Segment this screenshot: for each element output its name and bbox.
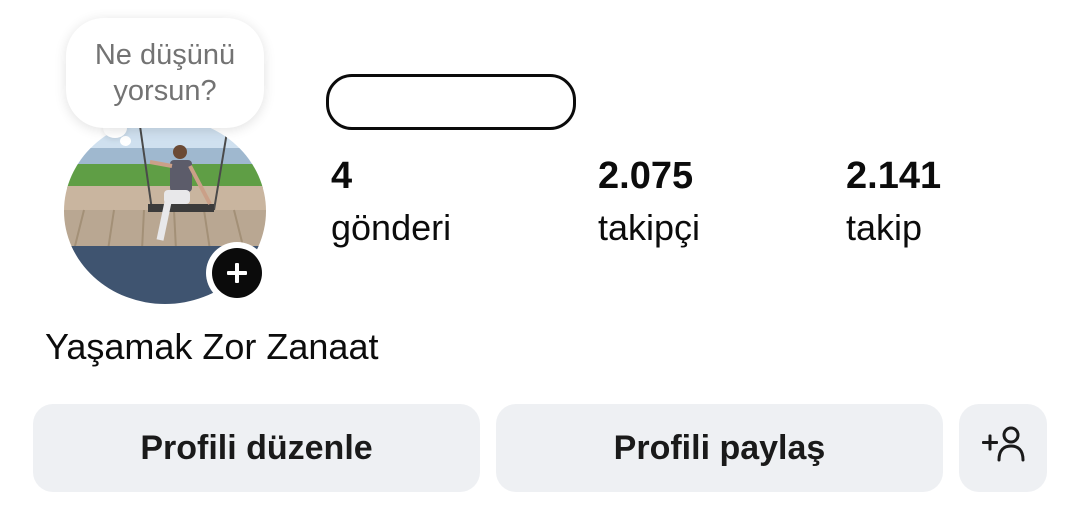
- share-profile-button[interactable]: Profili paylaş: [496, 404, 943, 492]
- note-bubble[interactable]: Ne düşünü yorsun?: [66, 18, 264, 128]
- posts-label: gönderi: [331, 207, 452, 248]
- posts-count: 4: [331, 155, 353, 197]
- add-story-button[interactable]: [206, 242, 268, 304]
- plus-icon: [212, 248, 262, 298]
- stat-posts[interactable]: 4 gönderi: [331, 152, 451, 252]
- following-label: takip: [846, 207, 923, 248]
- username-redacted: [326, 74, 576, 130]
- following-count: 2.141: [846, 155, 942, 197]
- edit-profile-button[interactable]: Profili düzenle: [33, 404, 480, 492]
- edit-profile-label: Profili düzenle: [140, 428, 373, 467]
- share-profile-label: Profili paylaş: [613, 428, 826, 467]
- stat-following[interactable]: 2.141 takip: [846, 152, 941, 252]
- add-person-icon: [980, 424, 1026, 473]
- followers-label: takipçi: [598, 207, 701, 248]
- display-name: Yaşamak Zor Zanaat: [45, 326, 379, 367]
- note-text: Ne düşünü yorsun?: [94, 39, 236, 107]
- stat-followers[interactable]: 2.075 takipçi: [598, 152, 700, 252]
- note-bubble-tail-small: [120, 136, 131, 146]
- discover-people-button[interactable]: [959, 404, 1047, 492]
- followers-count: 2.075: [598, 155, 694, 197]
